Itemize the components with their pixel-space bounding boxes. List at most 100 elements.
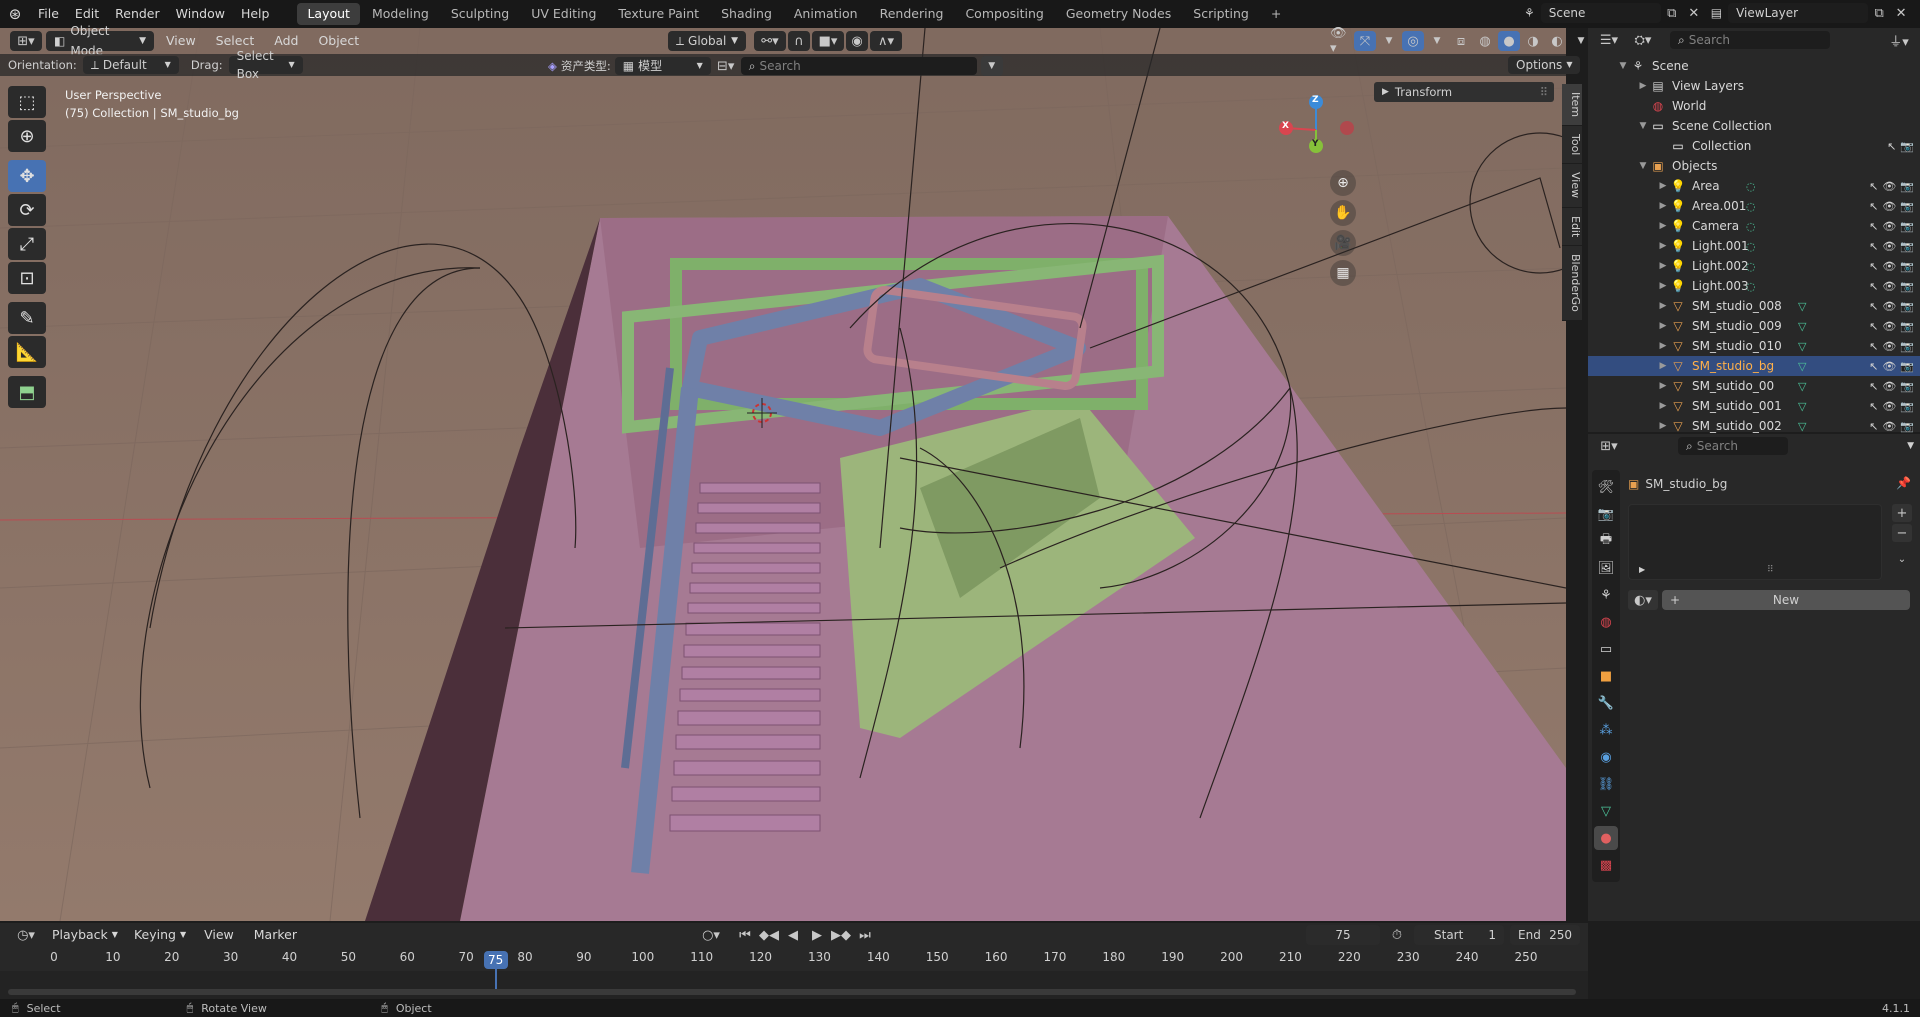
transform-panel-header[interactable]: ▶ Transform ⠿ [1374, 82, 1554, 102]
start-frame-field[interactable]: Start 1 [1414, 925, 1504, 945]
pivot-icon[interactable]: ⚯▾ [754, 31, 786, 51]
options-button[interactable]: Options ▼ [1508, 56, 1581, 74]
display-mode-icon[interactable]: ⛭▾ [1628, 30, 1658, 50]
selectable-toggle-icon[interactable]: ↖ [1869, 360, 1878, 373]
chevron-right-icon[interactable]: ▶ [1656, 361, 1670, 371]
outliner-row[interactable]: ▶ 💡 Light.003 ↖ 👁 📷 ◌ [1588, 276, 1920, 296]
visibility-toggle-icon[interactable]: 👁 [1882, 260, 1896, 273]
object-data-icon[interactable]: ◌ [1746, 220, 1756, 233]
tab-compositing[interactable]: Compositing [955, 3, 1053, 25]
outliner-row[interactable]: ▶ ▽ SM_sutido_001 ↖ 👁 📷 ▽ [1588, 396, 1920, 416]
outliner-row[interactable]: ▼ ▭ Scene Collection [1588, 116, 1920, 136]
chevron-right-icon[interactable]: ▶ [1656, 181, 1670, 191]
end-frame-field[interactable]: End 250 [1510, 925, 1580, 945]
stopwatch-icon[interactable]: ⏱ [1386, 925, 1408, 945]
overlay-toggle-icon[interactable]: ◎ [1402, 31, 1424, 51]
selectable-toggle-icon[interactable]: ↖ [1869, 300, 1878, 313]
outliner-row[interactable]: ◍ World [1588, 96, 1920, 116]
object-data-icon[interactable]: ◌ [1746, 240, 1756, 253]
visibility-toggle-icon[interactable]: 👁 [1882, 240, 1896, 253]
snap-target-icon[interactable]: ■▾ [812, 31, 844, 51]
cursor-tool-icon[interactable]: ⊕ [8, 120, 46, 152]
object-data-icon[interactable]: ▽ [1798, 360, 1806, 373]
add-workspace-button[interactable]: + [1261, 3, 1291, 25]
pan-hand-icon[interactable]: ✋ [1330, 200, 1356, 226]
selectable-toggle-icon[interactable]: ↖ [1869, 340, 1878, 353]
object-tab-icon[interactable]: ■ [1594, 664, 1618, 688]
jump-start-icon[interactable]: ⏮ [734, 925, 756, 945]
properties-search-input[interactable]: ⌕ Search [1678, 437, 1788, 455]
physics-tab-icon[interactable]: ◉ [1594, 745, 1618, 769]
selectable-toggle-icon[interactable]: ↖ [1869, 180, 1878, 193]
drag-select[interactable]: Select Box ▼ [228, 49, 303, 81]
rotate-tool-icon[interactable]: ⟳ [8, 194, 46, 226]
chevron-down-icon[interactable]: ▼ [1907, 441, 1914, 451]
add-cube-tool-icon[interactable]: ⬒ [8, 376, 46, 408]
outliner-row[interactable]: ▶ 💡 Light.002 ↖ 👁 📷 ◌ [1588, 256, 1920, 276]
render-toggle-icon[interactable]: 📷 [1900, 300, 1914, 313]
selectable-toggle-icon[interactable]: ↖ [1869, 420, 1878, 433]
next-keyframe-icon[interactable]: ▶◆ [830, 925, 852, 945]
selectable-toggle-icon[interactable]: ↖ [1869, 280, 1878, 293]
orientation-select[interactable]: ⟂ Default ▼ [82, 56, 179, 74]
material-slot-list[interactable]: ▶ ⠿ [1628, 504, 1882, 580]
render-toggle-icon[interactable]: 📷 [1900, 340, 1914, 353]
sidebar-tab-view[interactable]: View [1562, 164, 1582, 208]
ortho-grid-icon[interactable]: ▦ [1330, 260, 1356, 286]
chevron-right-icon[interactable]: ▶ [1656, 421, 1670, 431]
selectable-toggle-icon[interactable]: ↖ [1869, 260, 1878, 273]
playhead-frame-badge[interactable]: 75 [483, 951, 508, 969]
object-data-icon[interactable]: ▽ [1798, 400, 1806, 413]
chevron-right-icon[interactable]: ▶ [1656, 301, 1670, 311]
object-data-icon[interactable]: ▽ [1798, 340, 1806, 353]
visibility-toggle-icon[interactable]: 👁 [1882, 200, 1896, 213]
falloff-icon[interactable]: ∧▾ [870, 31, 902, 51]
object-data-icon[interactable]: ▽ [1798, 420, 1806, 433]
play-reverse-icon[interactable]: ◀ [782, 925, 804, 945]
render-toggle-icon[interactable]: 📷 [1900, 320, 1914, 333]
render-toggle-icon[interactable]: 📷 [1900, 400, 1914, 413]
tab-geometry-nodes[interactable]: Geometry Nodes [1056, 3, 1181, 25]
current-frame-field[interactable]: 75 [1306, 925, 1380, 945]
chevron-right-icon[interactable]: ▶ [1656, 261, 1670, 271]
annotate-tool-icon[interactable]: ✎ [8, 302, 46, 334]
transform-tool-icon[interactable]: ⊡ [8, 262, 46, 294]
scene-tab-icon[interactable]: ⚘ [1594, 583, 1618, 607]
chevron-right-icon[interactable]: ▶ [1636, 81, 1650, 91]
tab-modeling[interactable]: Modeling [362, 3, 439, 25]
render-toggle-icon[interactable]: 📷 [1900, 380, 1914, 393]
scale-tool-icon[interactable]: ⤢ [8, 228, 46, 260]
tab-texture-paint[interactable]: Texture Paint [608, 3, 709, 25]
chevron-down-icon[interactable]: ▼ [1636, 161, 1650, 171]
render-toggle-icon[interactable]: 📷 [1900, 240, 1914, 253]
resize-handle-icon[interactable]: ⠿ [1767, 565, 1774, 575]
selectable-toggle-icon[interactable]: ↖ [1869, 200, 1878, 213]
selectable-toggle-icon[interactable]: ↖ [1869, 400, 1878, 413]
material-shading-icon[interactable]: ◑ [1522, 31, 1544, 51]
outliner-row[interactable]: ▶ ▽ SM_sutido_002 ↖ 👁 📷 ▽ [1588, 416, 1920, 436]
visibility-toggle-icon[interactable]: 👁 [1882, 320, 1896, 333]
outliner-editor-icon[interactable]: ☰▾ [1594, 30, 1624, 50]
outliner-row[interactable]: ▼ ⚘ Scene [1588, 56, 1920, 76]
outliner-row[interactable]: ▶ ▽ SM_sutido_00 ↖ 👁 📷 ▽ [1588, 376, 1920, 396]
visibility-toggle-icon[interactable]: 👁 [1882, 420, 1896, 433]
object-data-icon[interactable]: ◌ [1746, 180, 1756, 193]
particles-tab-icon[interactable]: ⁂ [1594, 718, 1618, 742]
modifier-tab-icon[interactable]: 🔧 [1594, 691, 1618, 715]
selectable-toggle-icon[interactable]: ↖ [1887, 140, 1896, 153]
object-data-icon[interactable]: ◌ [1746, 260, 1756, 273]
object-data-icon[interactable]: ▽ [1798, 320, 1806, 333]
add-slot-button[interactable]: + [1892, 504, 1912, 522]
render-toggle-icon[interactable]: 📷 [1900, 220, 1914, 233]
timeline-scrollbar[interactable] [8, 989, 1576, 995]
outliner-row[interactable]: ▭ Collection ↖ 📷 [1588, 136, 1920, 156]
select-box-tool-icon[interactable]: ⬚ [8, 86, 46, 118]
zoom-icon[interactable]: ⊕ [1330, 170, 1356, 196]
object-data-icon[interactable]: ▽ [1798, 300, 1806, 313]
visibility-toggle-icon[interactable]: 👁 [1882, 340, 1896, 353]
slot-menu-button[interactable]: ⌄ [1892, 550, 1912, 568]
asset-search-input[interactable]: ⌕ Search [740, 57, 977, 75]
visibility-toggle-icon[interactable]: 👁 [1882, 180, 1896, 193]
visibility-icon[interactable]: 👁▾ [1330, 26, 1352, 56]
close-view-layer-icon[interactable]: ✕ [1890, 3, 1912, 23]
